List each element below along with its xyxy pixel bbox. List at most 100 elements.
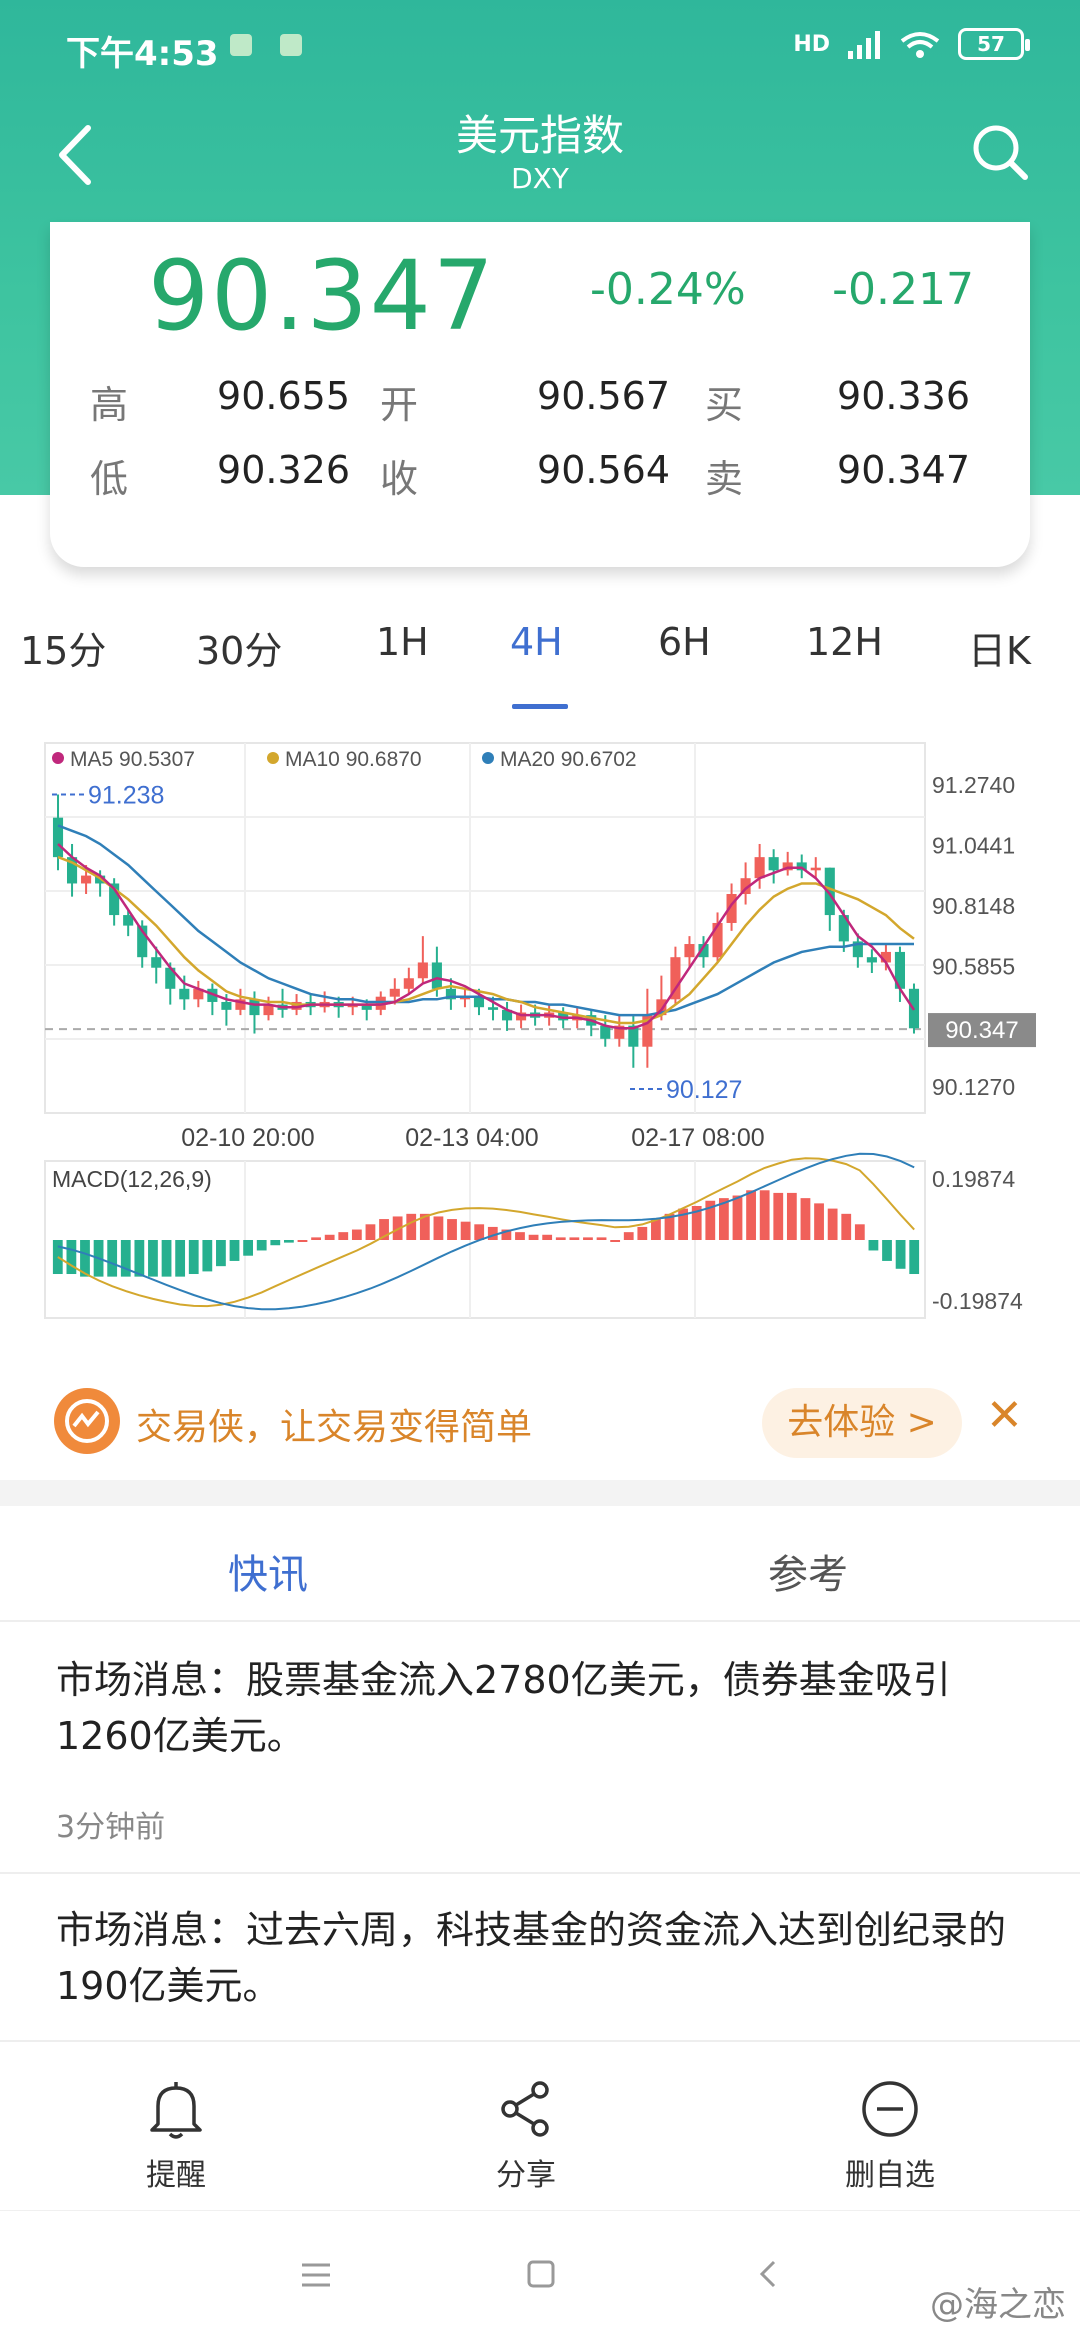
- macd-bar: [596, 1237, 607, 1240]
- x-tick: 02-17 08:00: [631, 1124, 764, 1152]
- macd-bar: [583, 1237, 593, 1240]
- macd-bar: [66, 1240, 77, 1275]
- quote-row: 高 90.655 开 90.567 买 90.336: [50, 374, 1030, 427]
- bottom-toolbar: 提醒 分享 删自选: [0, 2040, 1080, 2210]
- promo-banner: 交易侠，让交易变得简单 去体验 > ✕: [0, 1370, 1080, 1480]
- kline-chart[interactable]: 90.347 MA5 90.5307 MA10 90.6870 MA20 90.670…: [0, 735, 1080, 1335]
- change-value: -0.217: [832, 264, 974, 315]
- tab-daily[interactable]: 日K: [968, 620, 1031, 675]
- quote-row: 低 90.326 收 90.564 卖 90.347: [50, 448, 1030, 501]
- tab-flash-news[interactable]: 快讯: [228, 1542, 308, 1600]
- candle-body: [221, 1001, 232, 1010]
- news-time: 3分钟前: [56, 1810, 166, 1845]
- alert-button[interactable]: 提醒: [96, 2078, 256, 2194]
- remove-watchlist-button[interactable]: 删自选: [810, 2078, 970, 2194]
- candle-body: [52, 817, 64, 858]
- macd-bar: [338, 1232, 349, 1240]
- macd-bar: [569, 1237, 580, 1240]
- share-label: 分享: [496, 2158, 556, 2193]
- candle-body: [768, 857, 779, 871]
- macd-bar: [746, 1190, 756, 1240]
- remove-watchlist-icon: [862, 2081, 918, 2137]
- macd-bar: [324, 1234, 335, 1240]
- macd-bar: [882, 1240, 892, 1261]
- alert-label: 提醒: [146, 2158, 206, 2193]
- macd-bar: [311, 1237, 321, 1240]
- macd-bar: [786, 1192, 797, 1240]
- macd-bar: [229, 1240, 240, 1261]
- candle-body: [403, 978, 414, 989]
- tab-30min[interactable]: 30分: [196, 620, 282, 675]
- candle-body: [487, 1007, 499, 1010]
- macd-tick: -0.19874: [932, 1288, 1023, 1314]
- candle-body: [389, 988, 400, 997]
- macd-bar: [610, 1240, 621, 1242]
- tab-15min[interactable]: 15分: [20, 620, 106, 675]
- news-item[interactable]: 市场消息：过去六周，科技基金的资金流入达到创纪录的190亿美元。: [56, 1902, 1036, 2014]
- macd-bar: [515, 1232, 525, 1240]
- macd-bar: [216, 1240, 226, 1267]
- remove-watchlist-label: 删自选: [845, 2158, 935, 2193]
- tab-6h[interactable]: 6H: [658, 620, 711, 664]
- macd-bar: [909, 1240, 920, 1275]
- macd-bar: [814, 1203, 824, 1240]
- macd-bar: [841, 1213, 852, 1240]
- quote-card: 90.347 -0.24% -0.217 高 90.655 开 90.567 买…: [50, 222, 1030, 567]
- search-icon[interactable]: [970, 122, 1030, 182]
- macd-bar: [148, 1240, 158, 1277]
- tab-reference[interactable]: 参考: [768, 1542, 848, 1600]
- try-button[interactable]: 去体验 >: [762, 1388, 962, 1458]
- x-tick: 02-13 04:00: [405, 1124, 538, 1152]
- legend-dot: [482, 752, 494, 764]
- macd-bar: [542, 1234, 553, 1240]
- signal-icon: [848, 31, 880, 59]
- legend-label: MA20 90.6702: [500, 748, 637, 771]
- tab-12h[interactable]: 12H: [806, 620, 883, 664]
- macd-bar: [107, 1240, 118, 1277]
- price-tag: 90.347: [945, 1017, 1018, 1044]
- period-tabs: 15分 30分 1H 4H 6H 12H 日K: [0, 620, 1080, 700]
- macd-tick: 0.19874: [932, 1166, 1015, 1192]
- macd-bar: [188, 1240, 199, 1275]
- legend-dot: [52, 752, 64, 764]
- news-item[interactable]: 市场消息：股票基金流入2780亿美元，债券基金吸引1260亿美元。 3分钟前: [56, 1652, 1036, 1846]
- menu-icon[interactable]: [300, 2261, 332, 2289]
- close-label: 收: [380, 457, 419, 501]
- bid-label: 买: [705, 383, 744, 427]
- wifi-icon: [900, 32, 940, 58]
- macd-bar: [800, 1198, 811, 1240]
- status-bar: 下午4:53 HD 57: [0, 0, 1080, 90]
- macd-bar: [623, 1232, 634, 1240]
- macd-bar: [175, 1240, 186, 1277]
- macd-bar: [202, 1240, 213, 1272]
- low-label: 低: [90, 457, 129, 501]
- macd-bar: [365, 1224, 376, 1240]
- change-percent: -0.24%: [590, 264, 746, 315]
- tab-4h[interactable]: 4H: [510, 620, 563, 664]
- candle-body: [151, 957, 162, 968]
- y-tick: 91.2740: [932, 772, 1015, 798]
- macd-bar: [637, 1226, 648, 1240]
- tab-1h[interactable]: 1H: [376, 620, 429, 664]
- close-icon[interactable]: ✕: [986, 1390, 1023, 1441]
- macd-bar: [474, 1224, 485, 1240]
- ma20-line: [57, 824, 914, 1017]
- ma5-line: [57, 843, 916, 1030]
- candle-body: [81, 875, 92, 884]
- home-icon[interactable]: [526, 2259, 556, 2289]
- news-title: 市场消息：过去六周，科技基金的资金流入达到创纪录的190亿美元。: [56, 1908, 1007, 2008]
- macd-bar: [651, 1219, 661, 1240]
- share-button[interactable]: 分享: [446, 2078, 606, 2194]
- low-mark: 90.127: [666, 1076, 742, 1104]
- back-nav-icon[interactable]: [756, 2259, 780, 2289]
- current-price: 90.347: [148, 240, 496, 352]
- network-label: HD: [793, 31, 830, 57]
- active-tab-indicator: [512, 704, 568, 709]
- macd-bar: [433, 1216, 444, 1240]
- news-tabs: 快讯 参考: [0, 1506, 1080, 1622]
- candle-body: [249, 999, 260, 1016]
- candle-body: [600, 1025, 611, 1039]
- high-label: 高: [90, 383, 129, 427]
- macd-bar: [759, 1190, 770, 1240]
- candle-body: [684, 944, 695, 958]
